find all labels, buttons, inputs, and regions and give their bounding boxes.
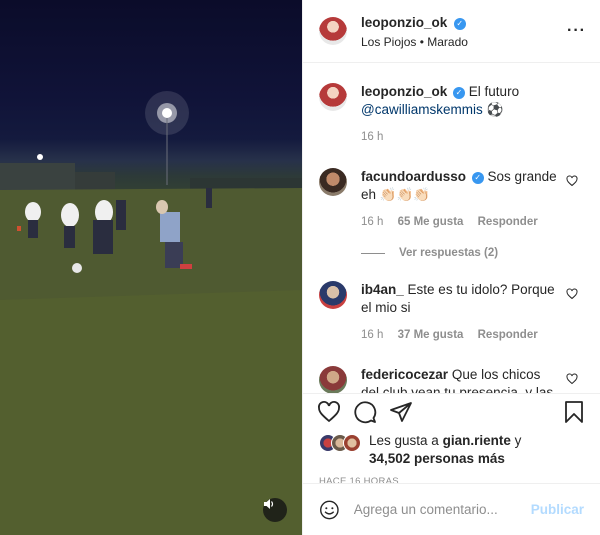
- share-icon[interactable]: [389, 400, 413, 424]
- comment-username[interactable]: federicocezar: [361, 367, 448, 382]
- bookmark-icon[interactable]: [562, 400, 586, 424]
- view-replies-button[interactable]: Ver respuestas (2): [361, 247, 584, 259]
- avatar[interactable]: [319, 366, 347, 393]
- comments-list[interactable]: leoponzio_ok ✓ El futuro @cawilliamskemm…: [303, 63, 600, 393]
- avatar[interactable]: [319, 17, 347, 45]
- reply-button[interactable]: Responder: [478, 329, 538, 341]
- soccer-ball-emoji: ⚽: [486, 102, 504, 117]
- divider: [361, 252, 385, 254]
- verified-badge-icon: ✓: [453, 17, 466, 30]
- comment-likes[interactable]: 37 Me gusta: [398, 329, 464, 341]
- post-username[interactable]: leoponzio_ok: [361, 15, 447, 30]
- heart-icon[interactable]: [566, 373, 578, 385]
- video-frame: [0, 91, 302, 535]
- comment-input[interactable]: [353, 502, 531, 517]
- avatar[interactable]: [319, 83, 347, 111]
- post-video[interactable]: [0, 0, 302, 535]
- heart-icon[interactable]: [566, 175, 578, 187]
- verified-badge-icon: ✓: [453, 87, 466, 99]
- speaker-icon: [264, 499, 274, 509]
- caption-time[interactable]: 16 h: [361, 131, 383, 143]
- view-replies-label: Ver respuestas (2): [399, 247, 499, 259]
- liker-avatars[interactable]: [319, 432, 369, 452]
- likes-count[interactable]: 34,502 personas más: [369, 451, 505, 466]
- add-comment-bar: Publicar: [303, 483, 600, 535]
- comment: facundoardusso ✓ Sos grande eh 👏🏻👏🏻👏🏻 16…: [319, 168, 584, 231]
- likes-conj: y: [514, 433, 522, 448]
- heart-icon[interactable]: [317, 400, 341, 424]
- likes-summary: Les gusta a gian.riente y 34,502 persona…: [303, 426, 600, 468]
- comment-icon[interactable]: [353, 400, 377, 424]
- publish-button[interactable]: Publicar: [531, 502, 584, 517]
- comment-time[interactable]: 16 h: [361, 329, 383, 341]
- comment-likes[interactable]: 65 Me gusta: [398, 216, 464, 228]
- post-actions: Les gusta a gian.riente y 34,502 persona…: [303, 393, 600, 535]
- separator: •: [419, 34, 424, 49]
- avatar: [343, 434, 361, 452]
- post-side-panel: leoponzio_ok ✓ Los Piojos • Marado ··· l…: [302, 0, 600, 535]
- comment-username[interactable]: facundoardusso: [361, 169, 466, 184]
- heart-icon[interactable]: [566, 288, 578, 300]
- comment-time[interactable]: 16 h: [361, 216, 383, 228]
- comment: ib4an_ Este es tu idolo? Porque el mio s…: [319, 281, 584, 344]
- clap-emoji: 👏🏻👏🏻👏🏻: [379, 187, 431, 202]
- avatar[interactable]: [319, 168, 347, 196]
- reply-button[interactable]: Responder: [478, 216, 538, 228]
- mute-button[interactable]: [263, 498, 287, 522]
- emoji-icon[interactable]: [319, 498, 340, 522]
- location-link[interactable]: Marado: [427, 35, 468, 49]
- verified-badge-icon: ✓: [471, 172, 484, 184]
- comment-username[interactable]: ib4an_: [361, 282, 404, 297]
- caption: leoponzio_ok ✓ El futuro @cawilliamskemm…: [319, 83, 584, 146]
- avatar[interactable]: [319, 281, 347, 309]
- likes-prefix: Les gusta a: [369, 433, 439, 448]
- mention-link[interactable]: @cawilliamskemmis: [361, 102, 483, 117]
- comment: federicocezar Que los chicos del club ve…: [319, 366, 584, 393]
- liker-username[interactable]: gian.riente: [443, 433, 511, 448]
- caption-text: El futuro: [468, 84, 520, 99]
- song-link[interactable]: Los Piojos: [361, 35, 416, 49]
- caption-username[interactable]: leoponzio_ok: [361, 84, 447, 99]
- post-header: leoponzio_ok ✓ Los Piojos • Marado ···: [303, 0, 600, 63]
- more-options-icon[interactable]: ···: [567, 22, 586, 40]
